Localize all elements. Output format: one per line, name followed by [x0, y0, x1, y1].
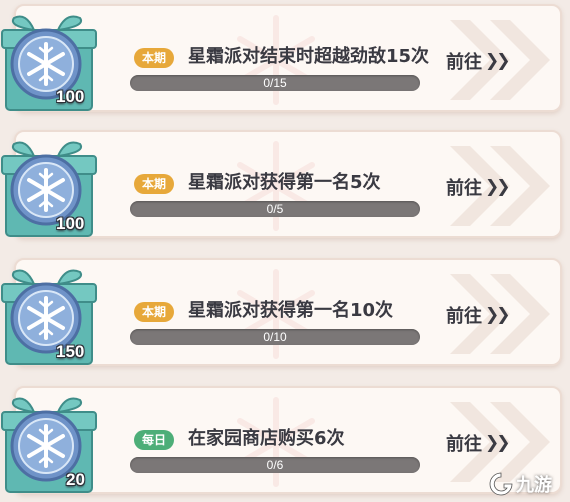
reward-count: 100 — [56, 87, 85, 106]
snowflake-coin-gift-icon — [1, 15, 97, 111]
period-badge: 本期 — [134, 302, 175, 322]
reward-gift — [0, 8, 100, 116]
task-list-page: 本期 星霜派对结束时超越劲敌15次 0/15 前往 ❯❯ 本期 星霜派对获得第一… — [0, 0, 570, 502]
reward-count: 100 — [56, 214, 85, 233]
goto-button[interactable]: 前往 ❯❯ — [446, 428, 510, 458]
snowflake-coin-gift-icon — [1, 141, 97, 237]
task-title: 在家园商店购买6次 — [188, 428, 345, 449]
goto-label: 前往 — [446, 434, 482, 455]
snowflake-coin-gift-icon — [1, 269, 97, 365]
period-badge: 本期 — [134, 48, 175, 68]
reward-gift — [0, 134, 100, 242]
watermark-logo: 九游 — [488, 470, 552, 498]
nine-game-logo-icon — [489, 472, 513, 496]
progress-text: 0/15 — [263, 76, 287, 90]
goto-button[interactable]: 前往 ❯❯ — [446, 46, 510, 76]
reward-gift — [0, 262, 100, 370]
double-chevron-right-icon: ❯❯ — [485, 51, 510, 71]
goto-label: 前往 — [446, 178, 482, 199]
goto-label: 前往 — [446, 52, 482, 73]
goto-label: 前往 — [446, 306, 482, 327]
snowflake-coin-gift-icon — [1, 397, 97, 493]
double-chevron-right-icon: ❯❯ — [485, 433, 510, 453]
reward-count: 150 — [56, 342, 85, 361]
reward-count: 20 — [66, 470, 85, 489]
task-title: 星霜派对结束时超越劲敌15次 — [188, 46, 430, 67]
task-title: 星霜派对获得第一名10次 — [188, 300, 394, 321]
daily-badge: 每日 — [134, 430, 175, 450]
goto-button[interactable]: 前往 ❯❯ — [446, 300, 510, 330]
goto-button[interactable]: 前往 ❯❯ — [446, 172, 510, 202]
progress-bar: 0/5 — [130, 201, 420, 217]
double-chevron-right-icon: ❯❯ — [485, 305, 510, 325]
progress-text: 0/5 — [266, 202, 284, 216]
double-chevron-right-icon: ❯❯ — [485, 177, 510, 197]
reward-gift — [0, 390, 100, 498]
progress-text: 0/6 — [266, 458, 284, 472]
watermark-text: 九游 — [516, 475, 552, 496]
task-title: 星霜派对获得第一名5次 — [188, 172, 381, 193]
progress-bar: 0/6 — [130, 457, 420, 473]
progress-bar: 0/15 — [130, 75, 420, 91]
period-badge: 本期 — [134, 174, 175, 194]
progress-text: 0/10 — [263, 330, 287, 344]
progress-bar: 0/10 — [130, 329, 420, 345]
